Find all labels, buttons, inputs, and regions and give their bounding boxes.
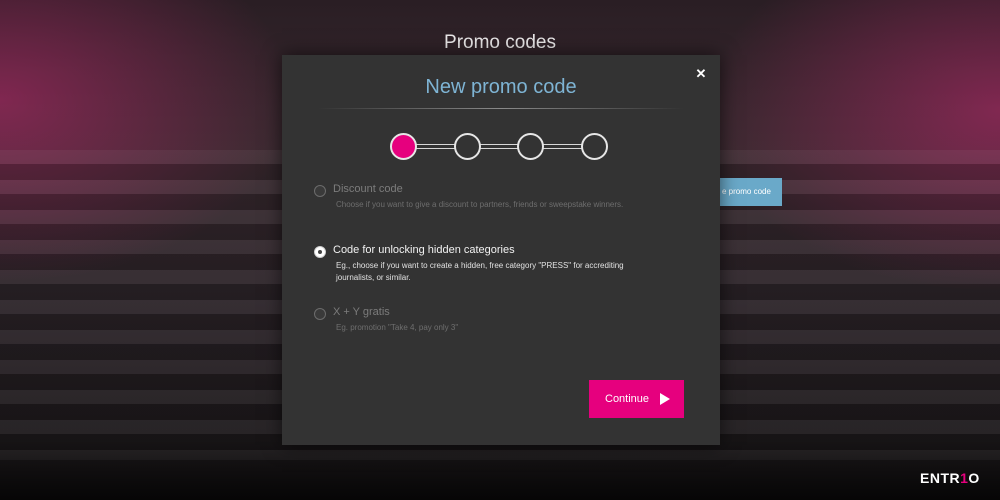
title-divider (318, 108, 684, 109)
logo-text-prefix: ENTR (920, 470, 961, 486)
page-title: Promo codes (444, 32, 556, 53)
option-label: Discount code (333, 183, 403, 195)
step-3 (517, 133, 544, 160)
option-discount-code: Discount code Choose if you want to give… (312, 183, 692, 227)
radio-unlock-hidden-categories[interactable] (314, 246, 326, 258)
continue-button[interactable]: Continue (589, 380, 684, 418)
option-description: Choose if you want to give a discount to… (336, 200, 624, 209)
new-promo-code-dialog: ✕ New promo code Discount code Choose if… (282, 55, 720, 445)
step-connector (479, 144, 519, 149)
radio-discount-code (314, 185, 326, 197)
background-floor-shade (0, 440, 1000, 500)
step-indicator (390, 133, 608, 161)
option-description: Eg. promotion "Take 4, pay only 3" (336, 323, 459, 332)
option-description: Eg., choose if you want to create a hidd… (336, 261, 624, 282)
step-1-active (390, 133, 417, 160)
continue-label: Continue (605, 393, 650, 405)
option-label: X + Y gratis (333, 306, 390, 318)
step-4 (581, 133, 608, 160)
entrio-logo: ENTR1O (920, 470, 980, 486)
option-x-plus-y-gratis: X + Y gratis Eg. promotion "Take 4, pay … (312, 306, 692, 350)
step-connector (542, 144, 582, 149)
option-unlock-hidden-categories[interactable]: Code for unlocking hidden categories Eg.… (312, 244, 692, 288)
play-arrow-icon (660, 393, 670, 405)
logo-text-suffix: O (968, 470, 980, 486)
option-label: Code for unlocking hidden categories (333, 244, 515, 256)
radio-x-plus-y-gratis (314, 308, 326, 320)
step-2 (454, 133, 481, 160)
dialog-title: New promo code (425, 76, 577, 98)
step-connector (415, 144, 455, 149)
